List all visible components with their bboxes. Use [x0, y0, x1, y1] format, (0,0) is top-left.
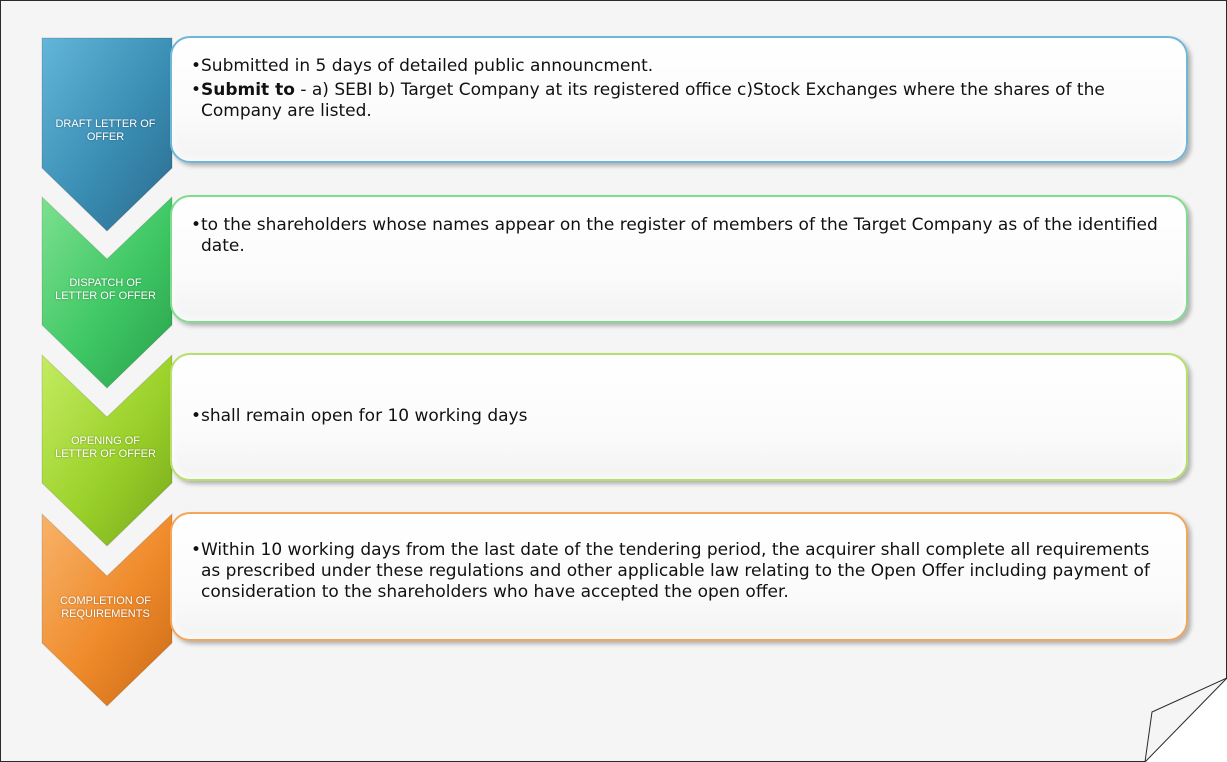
step-3-label-line-1: OPENING OF	[70, 435, 141, 447]
process-diagram: DRAFT LETTER OF OFFER Submitted in 5 day…	[0, 0, 1227, 762]
step-4-label-line-2: REQUIREMENTS	[61, 608, 150, 620]
step-3-bullet-1: shall remain open for 10 working days	[191, 406, 1168, 427]
step-3-box: shall remain open for 10 working days	[170, 353, 1188, 481]
step-1-box: Submitted in 5 days of detailed public a…	[170, 36, 1188, 163]
step-3-label-line-2: LETTER OF OFFER	[55, 448, 156, 460]
step-2-bullet-1-text: to the shareholders whose names appear o…	[201, 215, 1158, 256]
step-2-bullet-1: to the shareholders whose names appear o…	[191, 215, 1168, 257]
step-2-label: DISPATCH OF LETTER OF OFFER	[38, 277, 173, 303]
step-3-label: OPENING OF LETTER OF OFFER	[38, 435, 173, 461]
step-1-bullet-1: Submitted in 5 days of detailed public a…	[191, 56, 1168, 77]
step-1-bullet-2-strong: Submit to	[201, 80, 295, 100]
step-2-box: to the shareholders whose names appear o…	[170, 195, 1188, 323]
step-1-bullet-1-text: Submitted in 5 days of detailed public a…	[201, 56, 654, 76]
step-4-label: COMPLETION OF REQUIREMENTS	[38, 595, 173, 621]
step-1-label-line-2: OFFER	[86, 131, 125, 143]
step-1-bullet-2-text: - a) SEBI b) Target Company at its regis…	[201, 80, 1105, 121]
step-4-bullet-1-text: Within 10 working days from the last dat…	[201, 540, 1150, 602]
step-1-label-line-1: DRAFT LETTER OF	[55, 118, 156, 130]
step-4-box: Within 10 working days from the last dat…	[170, 512, 1188, 641]
step-4-bullet-1: Within 10 working days from the last dat…	[191, 540, 1168, 603]
step-4-label-line-1: COMPLETION OF	[59, 595, 152, 607]
step-3-bullet-1-text: shall remain open for 10 working days	[201, 406, 528, 426]
step-2-label-line-2: LETTER OF OFFER	[55, 290, 156, 302]
step-2-label-line-1: DISPATCH OF	[69, 277, 142, 289]
step-1-bullet-2: Submit to - a) SEBI b) Target Company at…	[191, 80, 1168, 122]
step-1-label: DRAFT LETTER OF OFFER	[38, 118, 173, 144]
